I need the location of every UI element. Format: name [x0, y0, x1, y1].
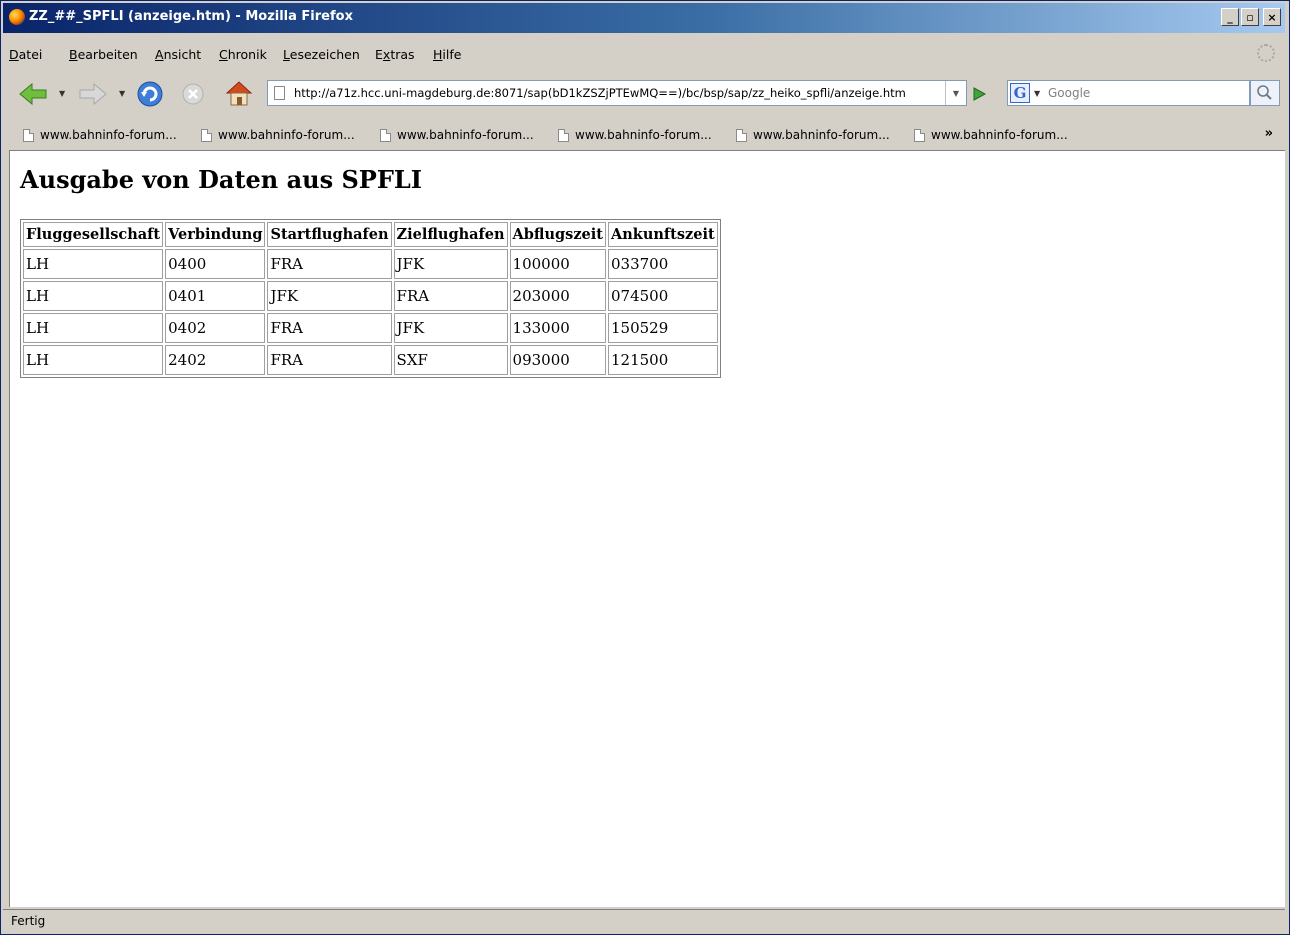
bookmark-item[interactable]: www.bahninfo-forum...: [558, 128, 712, 142]
table-cell: 0400: [165, 249, 266, 279]
table-cell: 0402: [165, 313, 266, 343]
url-input[interactable]: http://a71z.hcc.uni-magdeburg.de:8071/sa…: [294, 86, 906, 100]
table-cell: FRA: [267, 345, 392, 375]
reload-icon: [137, 81, 163, 107]
menu-chronik[interactable]: Chronik: [219, 47, 267, 62]
bookmark-item[interactable]: www.bahninfo-forum...: [380, 128, 534, 142]
home-button[interactable]: [223, 78, 255, 108]
reload-button[interactable]: [135, 79, 165, 109]
page-icon: [914, 128, 925, 142]
address-bar[interactable]: http://a71z.hcc.uni-magdeburg.de:8071/sa…: [267, 80, 967, 106]
column-header: Startflughafen: [267, 222, 392, 247]
forward-button[interactable]: [77, 80, 109, 108]
table-cell: LH: [23, 249, 164, 279]
table-cell: 100000: [509, 249, 606, 279]
bookmarks-overflow-icon[interactable]: »: [1265, 126, 1273, 141]
browser-window: ZZ_##_SPFLI (anzeige.htm) - Mozilla Fire…: [0, 0, 1290, 935]
column-header: Abflugszeit: [509, 222, 606, 247]
menu-extras[interactable]: Extras: [375, 47, 415, 62]
status-text: Fertig: [11, 914, 46, 928]
menu-datei[interactable]: Datei: [9, 47, 42, 62]
search-button[interactable]: [1250, 80, 1280, 106]
table-cell: 2402: [165, 345, 266, 375]
table-cell: JFK: [267, 281, 392, 311]
page-icon: [23, 128, 34, 142]
flight-table: Fluggesellschaft Verbindung Startflughaf…: [20, 219, 721, 378]
go-icon: [973, 87, 987, 101]
bookmark-item[interactable]: www.bahninfo-forum...: [201, 128, 355, 142]
close-icon: ×: [1267, 10, 1277, 24]
page-icon: [558, 128, 569, 142]
search-engine-selector[interactable]: G ▼: [1007, 80, 1045, 106]
back-dropdown-icon[interactable]: ▼: [59, 89, 65, 98]
navigation-toolbar: ▼ ▼ http://a71z.hcc.uni-magdeburg.de:807…: [3, 74, 1285, 114]
close-button[interactable]: ×: [1263, 8, 1281, 26]
search-engine-dropdown-icon: ▼: [1034, 89, 1041, 98]
table-cell: 203000: [509, 281, 606, 311]
search-input[interactable]: Google: [1044, 80, 1250, 106]
bookmark-item[interactable]: www.bahninfo-forum...: [914, 128, 1068, 142]
url-dropdown-icon[interactable]: ▼: [945, 81, 966, 105]
table-cell: 150529: [608, 313, 718, 343]
throbber-icon: [1257, 44, 1275, 62]
table-cell: LH: [23, 313, 164, 343]
table-header-row: Fluggesellschaft Verbindung Startflughaf…: [23, 222, 718, 247]
table-cell: 033700: [608, 249, 718, 279]
page-content: Ausgabe von Daten aus SPFLI Fluggesellsc…: [9, 150, 1285, 907]
minimize-icon: _: [1227, 10, 1233, 24]
table-cell: FRA: [393, 281, 508, 311]
table-cell: FRA: [267, 249, 392, 279]
table-row: LH 0401 JFK FRA 203000 074500: [23, 281, 718, 311]
table-cell: 093000: [509, 345, 606, 375]
table-row: LH 0402 FRA JFK 133000 150529: [23, 313, 718, 343]
search-icon: [1257, 85, 1272, 100]
column-header: Verbindung: [165, 222, 266, 247]
table-cell: JFK: [393, 313, 508, 343]
column-header: Zielflughafen: [393, 222, 508, 247]
forward-dropdown-icon[interactable]: ▼: [119, 89, 125, 98]
back-button[interactable]: [17, 80, 49, 108]
bookmarks-toolbar: www.bahninfo-forum... www.bahninfo-forum…: [3, 121, 1285, 149]
home-icon: [225, 81, 253, 106]
menu-lesezeichen[interactable]: Lesezeichen: [283, 47, 360, 62]
menu-bar: Datei Bearbeiten Ansicht Chronik Lesezei…: [3, 36, 1285, 72]
table-row: LH 0400 FRA JFK 100000 033700: [23, 249, 718, 279]
go-button[interactable]: [971, 86, 987, 106]
bookmark-item[interactable]: www.bahninfo-forum...: [736, 128, 890, 142]
column-header: Fluggesellschaft: [23, 222, 164, 247]
menu-bearbeiten[interactable]: Bearbeiten: [69, 47, 138, 62]
column-header: Ankunftszeit: [608, 222, 718, 247]
page-icon: [274, 86, 285, 100]
maximize-icon: ▫: [1246, 10, 1254, 24]
table-cell: JFK: [393, 249, 508, 279]
table-cell: 074500: [608, 281, 718, 311]
table-cell: LH: [23, 281, 164, 311]
menu-ansicht[interactable]: Ansicht: [155, 47, 201, 62]
back-icon: [19, 82, 47, 106]
stop-icon: [182, 83, 204, 105]
page-title: Ausgabe von Daten aus SPFLI: [20, 165, 422, 194]
page-icon: [736, 128, 747, 142]
window-controls: _ ▫ ×: [1221, 8, 1281, 26]
table-cell: SXF: [393, 345, 508, 375]
window-title: ZZ_##_SPFLI (anzeige.htm) - Mozilla Fire…: [29, 9, 353, 24]
page-icon: [201, 128, 212, 142]
table-row: LH 2402 FRA SXF 093000 121500: [23, 345, 718, 375]
firefox-logo-icon: [9, 9, 25, 25]
table-cell: FRA: [267, 313, 392, 343]
table-cell: 121500: [608, 345, 718, 375]
table-cell: 0401: [165, 281, 266, 311]
google-icon: G: [1010, 83, 1030, 103]
bookmark-item[interactable]: www.bahninfo-forum...: [23, 128, 177, 142]
page-icon: [380, 128, 391, 142]
menu-hilfe[interactable]: Hilfe: [433, 47, 461, 62]
minimize-button[interactable]: _: [1221, 8, 1239, 26]
forward-icon: [79, 82, 107, 106]
table-cell: 133000: [509, 313, 606, 343]
stop-button[interactable]: [179, 80, 207, 108]
maximize-button[interactable]: ▫: [1241, 8, 1259, 26]
table-cell: LH: [23, 345, 164, 375]
status-bar: Fertig: [3, 909, 1285, 933]
title-bar[interactable]: ZZ_##_SPFLI (anzeige.htm) - Mozilla Fire…: [3, 3, 1285, 33]
